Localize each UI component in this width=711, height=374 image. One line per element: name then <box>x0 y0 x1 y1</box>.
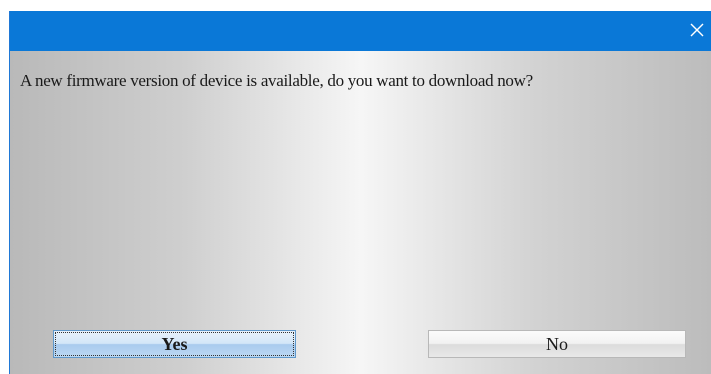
dialog-message: A new firmware version of device is avai… <box>20 71 533 90</box>
dialog-body: A new firmware version of device is avai… <box>10 51 711 374</box>
close-button[interactable] <box>686 19 708 41</box>
title-bar[interactable] <box>10 11 711 51</box>
firmware-update-dialog: A new firmware version of device is avai… <box>9 11 711 374</box>
no-button[interactable]: No <box>428 330 686 358</box>
yes-button[interactable]: Yes <box>53 330 296 358</box>
close-icon <box>690 23 704 37</box>
